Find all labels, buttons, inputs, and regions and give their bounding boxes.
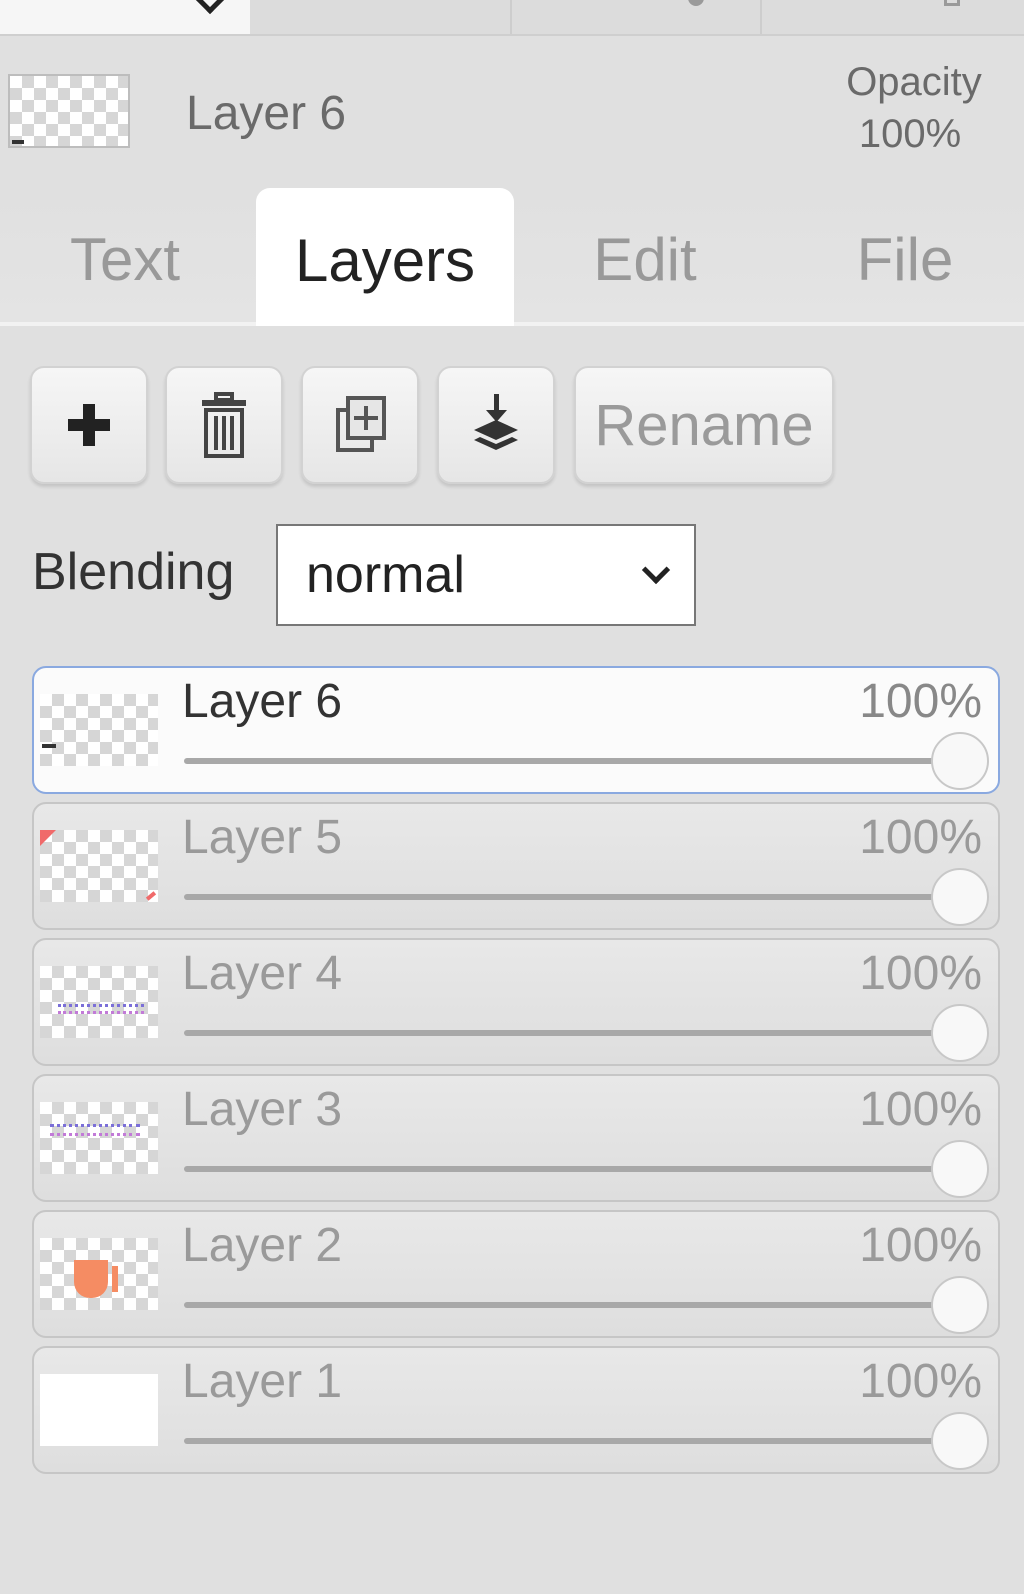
current-layer-header: Layer 6 Opacity 100% xyxy=(0,38,1024,190)
divider xyxy=(510,0,512,34)
layers-panel: Layer 6 Opacity 100% Text Layers Edit Fi… xyxy=(0,0,1024,1594)
plus-icon xyxy=(68,404,110,446)
current-layer-thumbnail xyxy=(8,74,130,148)
tab-bar: Text Layers Edit File xyxy=(0,188,1024,326)
duplicate-layer-button[interactable] xyxy=(301,366,419,484)
blending-value: normal xyxy=(306,546,465,604)
opacity-slider-track[interactable] xyxy=(184,1438,960,1444)
layer-thumbnail xyxy=(40,1238,158,1310)
delete-layer-button[interactable] xyxy=(165,366,283,484)
merge-down-icon xyxy=(474,394,518,450)
opacity-slider-handle[interactable] xyxy=(931,1004,989,1062)
toolbar-icon[interactable] xyxy=(688,0,704,6)
layer-opacity-value: 100% xyxy=(859,811,982,864)
duplicate-icon xyxy=(336,396,386,452)
opacity-slider-track[interactable] xyxy=(184,1302,960,1308)
opacity-slider-track[interactable] xyxy=(184,1166,960,1172)
layer-row[interactable]: Layer 1 100% xyxy=(32,1346,1000,1474)
layer-name: Layer 1 xyxy=(182,1355,343,1408)
layer-opacity-value: 100% xyxy=(859,947,982,1000)
tab-text[interactable]: Text xyxy=(30,190,220,322)
top-toolbar-segment[interactable] xyxy=(0,0,250,34)
opacity-slider-handle[interactable] xyxy=(931,1412,989,1470)
divider xyxy=(760,0,762,34)
top-toolbar-strip xyxy=(0,0,1024,36)
tab-edit[interactable]: Edit xyxy=(560,190,730,322)
merge-down-button[interactable] xyxy=(437,366,555,484)
layer-name: Layer 2 xyxy=(182,1219,343,1272)
layer-thumbnail xyxy=(40,694,158,766)
rename-button[interactable]: Rename xyxy=(574,366,834,484)
layer-name: Layer 4 xyxy=(182,947,343,1000)
current-layer-name: Layer 6 xyxy=(186,87,347,140)
layer-row[interactable]: Layer 6 100% xyxy=(32,666,1000,794)
layer-toolbar: Rename xyxy=(0,366,1024,486)
blending-row: Blending normal xyxy=(0,522,1024,628)
opacity-slider-handle[interactable] xyxy=(931,732,989,790)
layer-name: Layer 3 xyxy=(182,1083,343,1136)
layer-row[interactable]: Layer 3 100% xyxy=(32,1074,1000,1202)
opacity-value: 100% xyxy=(858,112,962,156)
opacity-slider-track[interactable] xyxy=(184,894,960,900)
opacity-slider-handle[interactable] xyxy=(931,868,989,926)
layer-row[interactable]: Layer 5 100% xyxy=(32,802,1000,930)
add-layer-button[interactable] xyxy=(30,366,148,484)
layer-thumbnail xyxy=(40,1102,158,1174)
opacity-slider-track[interactable] xyxy=(184,1030,960,1036)
tab-layers[interactable]: Layers xyxy=(256,188,514,326)
layer-thumbnail xyxy=(40,966,158,1038)
opacity-slider-handle[interactable] xyxy=(931,1140,989,1198)
layer-opacity-value: 100% xyxy=(859,1219,982,1272)
layer-name: Layer 5 xyxy=(182,811,343,864)
toolbar-icon[interactable] xyxy=(944,0,960,6)
opacity-label: Opacity xyxy=(846,60,982,104)
trash-icon xyxy=(202,392,246,458)
opacity-slider-track[interactable] xyxy=(184,758,960,764)
layer-opacity-value: 100% xyxy=(859,1355,982,1408)
chevron-down-icon xyxy=(641,555,671,585)
blending-label: Blending xyxy=(32,543,235,601)
layer-row[interactable]: Layer 4 100% xyxy=(32,938,1000,1066)
layer-row[interactable]: Layer 2 100% xyxy=(32,1210,1000,1338)
blending-select[interactable]: normal xyxy=(276,524,696,626)
chevron-down-icon[interactable] xyxy=(195,0,225,15)
layer-opacity-value: 100% xyxy=(859,1083,982,1136)
tab-file[interactable]: File xyxy=(820,190,990,322)
layer-opacity-value: 100% xyxy=(859,675,982,728)
opacity-slider-handle[interactable] xyxy=(931,1276,989,1334)
layer-thumbnail xyxy=(40,830,158,902)
layer-thumbnail xyxy=(40,1374,158,1446)
layer-name: Layer 6 xyxy=(182,675,343,728)
